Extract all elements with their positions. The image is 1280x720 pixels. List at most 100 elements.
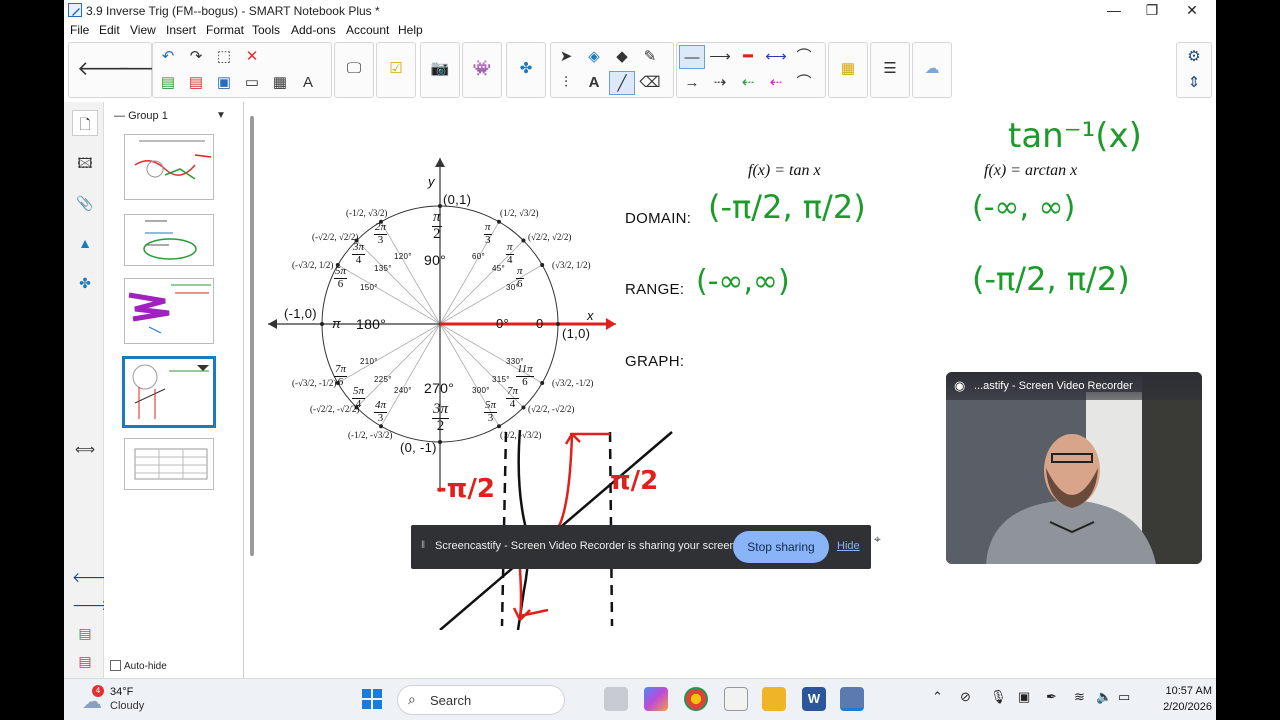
table-icon[interactable]: ▦ [267, 71, 293, 95]
line-style-red-thick[interactable]: ━ [735, 45, 761, 69]
volume-icon[interactable]: 🔈 [1096, 689, 1112, 705]
delete-page-icon[interactable]: ▤ [183, 71, 209, 95]
color-palette-icon[interactable]: ▦ [835, 57, 861, 81]
weather-widget[interactable]: ☁ 4 34°F Cloudy [80, 685, 170, 715]
task-view-icon[interactable] [604, 687, 628, 711]
page-thumbnail-2[interactable] [124, 214, 214, 266]
move-toolbar-icon[interactable]: ⇕ [1181, 71, 1207, 95]
save-icon[interactable]: ▣ [211, 71, 237, 95]
stop-sharing-button[interactable]: Stop sharing [733, 531, 829, 563]
line-style-arc[interactable]: ⌒ [791, 71, 817, 95]
resize-sidebar-icon[interactable]: ⟺ [72, 436, 98, 462]
network-off-icon[interactable]: ⊘ [960, 689, 971, 705]
webcam-overlay[interactable]: ◉ ...astify - Screen Video Recorder [946, 372, 1202, 564]
add-page-icon[interactable]: ▤ [155, 71, 181, 95]
addons-tab-icon[interactable]: ✤ [72, 270, 98, 296]
pen-icon[interactable]: ✒ [1046, 689, 1057, 705]
page-thumbnail-3[interactable] [124, 278, 214, 344]
wifi-icon[interactable]: ≋ [1074, 689, 1085, 705]
battery-icon[interactable]: ▭ [1118, 689, 1130, 705]
next-page-icon[interactable]: 🡒 [117, 57, 171, 81]
page-thumbnail-5[interactable] [124, 438, 214, 490]
select-arrow-icon[interactable]: ➤ [553, 45, 579, 69]
minimize-button[interactable]: — [1094, 0, 1134, 22]
line-tool-icon[interactable]: ╱ [609, 71, 635, 95]
gear-icon[interactable]: ⚙ [1181, 45, 1207, 69]
hide-link[interactable]: Hide [837, 540, 860, 552]
copilot-icon[interactable] [644, 687, 668, 711]
gallery-tab-icon[interactable]: 🖾 [72, 150, 98, 176]
fill-icon[interactable]: ◆ [609, 45, 635, 69]
line-style-curve[interactable]: ⌒ [791, 45, 817, 69]
drag-handle-icon[interactable]: ‖ [421, 540, 425, 551]
menu-insert[interactable]: Insert [166, 23, 196, 37]
radian-fraction-label: π6 [516, 265, 524, 290]
activity-builder-icon[interactable]: 👾 [469, 57, 495, 81]
menu-format[interactable]: Format [206, 23, 244, 37]
scrollbar[interactable] [250, 116, 254, 556]
puzzle-icon[interactable]: ✤ [513, 57, 539, 81]
line-style-solid[interactable]: — [679, 45, 705, 69]
menu-edit[interactable]: Edit [99, 23, 120, 37]
redo-icon[interactable]: ↷ [183, 45, 209, 69]
line-style-magenta[interactable]: ⇠ [763, 71, 789, 95]
window-title: 3.9 Inverse Trig (FM--bogus) - SMART Not… [86, 4, 380, 18]
file-explorer-icon[interactable] [762, 687, 786, 711]
shapes-icon[interactable]: ◈ [581, 45, 607, 69]
windows-start-icon[interactable] [360, 687, 384, 711]
sidebar-forward-icon[interactable]: 🡒 [72, 592, 110, 618]
previous-page-icon[interactable]: 🡐 [77, 57, 131, 81]
menu-tools[interactable]: Tools [252, 23, 280, 37]
display-screen-icon[interactable]: 🖵 [341, 57, 367, 81]
sorter-splitter[interactable] [244, 102, 260, 678]
text-tools-icon[interactable]: A [295, 71, 321, 95]
attachments-tab-icon[interactable]: 📎 [72, 190, 98, 216]
line-style-dashed[interactable]: ⇢ [707, 71, 733, 95]
menu-add-ons[interactable]: Add-ons [291, 23, 336, 37]
response-check-icon[interactable]: ☑ [383, 57, 409, 81]
degree-180-label: 180° [356, 316, 387, 332]
measurement-icon[interactable]: ⫶ [553, 71, 579, 95]
sidebar-add-page-icon[interactable]: ▤ [72, 620, 98, 646]
menu-file[interactable]: File [70, 23, 89, 37]
auto-hide-checkbox[interactable]: Auto-hide [110, 660, 167, 672]
magic-pen-icon[interactable]: ✎ [637, 45, 663, 69]
page-thumbnail-1[interactable] [124, 134, 214, 200]
line-style-blue-dots[interactable]: ⟷ [763, 45, 789, 69]
line-style-green-dashed[interactable]: ⇠ [735, 71, 761, 95]
taskbar-search[interactable]: ⌕ Search [397, 685, 565, 715]
delete-icon[interactable]: ✕ [239, 45, 265, 69]
cloud-avatar-icon[interactable]: ☁ [919, 57, 945, 81]
taskbar-clock[interactable]: 10:57 AM 2/20/2026 [1144, 683, 1212, 715]
chevron-down-icon[interactable]: ▼ [216, 110, 226, 121]
maximize-button[interactable]: ❐ [1132, 0, 1172, 22]
search-label: Search [430, 693, 472, 708]
page-sorter-tab-icon[interactable]: 🗋 [72, 110, 98, 136]
menu-view[interactable]: View [130, 23, 156, 37]
close-button[interactable]: ✕ [1172, 0, 1212, 22]
chevron-up-icon[interactable]: ⌃ [932, 689, 943, 705]
sidebar-delete-page-icon[interactable]: ▤ [72, 648, 98, 674]
smart-notebook-taskbar-icon[interactable] [840, 687, 864, 711]
display-icon[interactable]: ▣ [1018, 689, 1030, 705]
point-right-label: (1,0) [562, 326, 591, 341]
microphone-icon[interactable]: 🎙 [990, 689, 1007, 705]
word-icon[interactable]: W [802, 687, 826, 711]
screen-shade-icon[interactable]: ▭ [239, 71, 265, 95]
eraser-icon[interactable]: ⌫ [637, 71, 663, 95]
properties-tab-icon[interactable]: ▲ [72, 230, 98, 256]
page-thumbnail-4[interactable] [122, 356, 216, 428]
line-style-arrow-black[interactable]: → [679, 71, 705, 95]
menu-account[interactable]: Account [346, 23, 389, 37]
menu-help[interactable]: Help [398, 23, 423, 37]
snipping-tool-icon[interactable] [724, 687, 748, 711]
open-file-icon[interactable]: ⬚ [211, 45, 237, 69]
undo-icon[interactable]: ↶ [155, 45, 181, 69]
group-header[interactable]: — Group 1 [114, 110, 168, 122]
chrome-icon[interactable] [684, 687, 708, 711]
camera-icon[interactable]: 📷 [427, 57, 453, 81]
sidebar-back-icon[interactable]: 🡐 [72, 564, 110, 590]
line-style-arrow-end[interactable]: ⟶ [707, 45, 733, 69]
properties-sliders-icon[interactable]: ☰ [877, 57, 903, 81]
text-icon[interactable]: A [581, 71, 607, 95]
